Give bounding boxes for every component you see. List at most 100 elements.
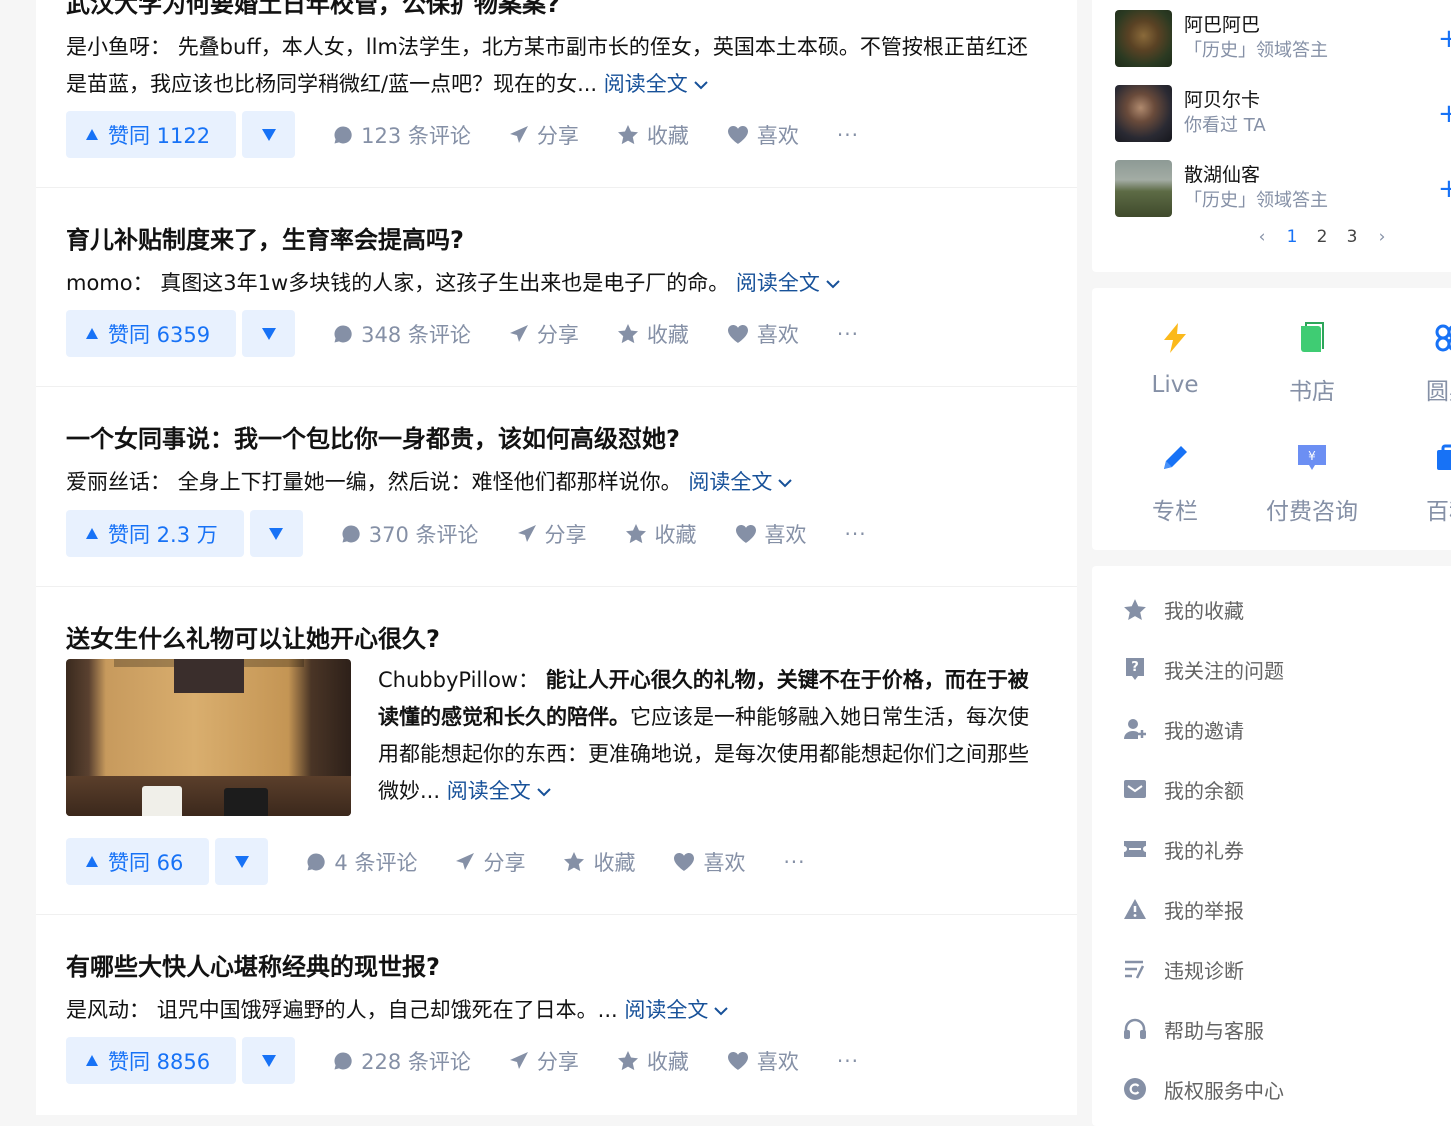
follow-button[interactable]: + bbox=[1438, 176, 1451, 202]
upvote-button[interactable]: 赞同 6359 bbox=[66, 310, 237, 357]
recommended-user[interactable]: 阿巴阿巴 「历史」领域答主 bbox=[1115, 10, 1328, 67]
question-title[interactable]: 育儿补贴制度来了，生育率会提高吗? bbox=[66, 220, 464, 255]
like-button[interactable]: 喜欢 bbox=[673, 847, 745, 877]
roundtable-icon bbox=[1435, 324, 1451, 352]
upvote-button[interactable]: 赞同 1122 bbox=[66, 111, 237, 158]
read-more-link[interactable]: 阅读全文 bbox=[624, 998, 729, 1022]
follow-button[interactable]: + bbox=[1438, 26, 1451, 52]
downvote-button[interactable] bbox=[242, 111, 296, 158]
tool-column[interactable]: 专栏 bbox=[1105, 438, 1245, 526]
comment-button[interactable]: 370 条评论 bbox=[341, 519, 479, 549]
next-page-button[interactable]: › bbox=[1367, 227, 1397, 247]
user-name[interactable]: 阿巴阿巴 bbox=[1184, 13, 1328, 38]
answer-excerpt[interactable]: 是风动： 诅咒中国饿殍遍野的人，自己却饿死在了日本。... 阅读全文 bbox=[66, 992, 1046, 1029]
collect-button[interactable]: 收藏 bbox=[617, 1046, 689, 1076]
more-button[interactable]: ··· bbox=[845, 522, 867, 546]
more-button[interactable]: ··· bbox=[837, 1049, 859, 1073]
menu-help-support[interactable]: 帮助与客服 bbox=[1122, 1014, 1264, 1044]
tool-live[interactable]: Live bbox=[1105, 318, 1245, 398]
collect-button[interactable]: 收藏 bbox=[625, 519, 697, 549]
answer-excerpt[interactable]: momo： 真图这3年1w多块钱的人家，这孩子生出来也是电子厂的命。 阅读全文 bbox=[66, 265, 1046, 302]
question-title[interactable]: 送女生什么礼物可以让她开心很久? bbox=[66, 619, 440, 654]
feed-card: 有哪些大快人心堪称经典的现世报? 是风动： 诅咒中国饿殍遍野的人，自己却饿死在了… bbox=[36, 915, 1077, 1115]
downvote-button[interactable] bbox=[215, 838, 269, 885]
upvote-button[interactable]: 赞同 66 bbox=[66, 838, 210, 885]
comment-button[interactable]: 123 条评论 bbox=[333, 120, 471, 150]
more-button[interactable]: ··· bbox=[783, 850, 805, 874]
share-button[interactable]: 分享 bbox=[509, 319, 579, 349]
more-button[interactable]: ··· bbox=[837, 322, 859, 346]
avatar[interactable] bbox=[1115, 85, 1172, 142]
page-3-button[interactable]: 3 bbox=[1337, 227, 1367, 247]
follow-button[interactable]: + bbox=[1438, 101, 1451, 127]
user-name[interactable]: 阿贝尔卡 bbox=[1184, 88, 1266, 113]
more-button[interactable]: ··· bbox=[837, 123, 859, 147]
prev-page-button[interactable]: ‹ bbox=[1247, 227, 1277, 247]
answer-excerpt[interactable]: 是小鱼呀： 先叠buff，本人女，llm法学生，北方某市副市长的侄女，英国本土本… bbox=[66, 29, 1046, 103]
share-button[interactable]: 分享 bbox=[455, 847, 525, 877]
share-button[interactable]: 分享 bbox=[509, 120, 579, 150]
upvote-button[interactable]: 赞同 2.3 万 bbox=[66, 510, 244, 557]
menu-my-reports[interactable]: 我的举报 bbox=[1122, 894, 1244, 924]
comment-button[interactable]: 348 条评论 bbox=[333, 319, 471, 349]
action-bar: 赞同 1122 123 条评论 分享 收藏 喜欢 ··· bbox=[66, 111, 859, 158]
downvote-arrow-icon bbox=[269, 527, 284, 540]
encyclopedia-icon bbox=[1437, 444, 1451, 470]
avatar[interactable] bbox=[1115, 10, 1172, 67]
star-icon bbox=[617, 125, 638, 145]
read-more-link[interactable]: 阅读全文 bbox=[604, 72, 708, 96]
upvote-arrow-icon bbox=[86, 856, 98, 867]
question-title[interactable]: 有哪些大快人心堪称经典的现世报? bbox=[66, 947, 440, 982]
menu-copyright-center[interactable]: 版权服务中心 bbox=[1122, 1074, 1284, 1104]
page-1-button[interactable]: 1 bbox=[1277, 227, 1307, 247]
like-button[interactable]: 喜欢 bbox=[727, 120, 799, 150]
comment-button[interactable]: 228 条评论 bbox=[333, 1046, 471, 1076]
upvote-arrow-icon bbox=[86, 1055, 98, 1066]
like-button[interactable]: 喜欢 bbox=[735, 519, 807, 549]
heart-icon bbox=[727, 125, 748, 144]
page-2-button[interactable]: 2 bbox=[1307, 227, 1337, 247]
downvote-button[interactable] bbox=[242, 310, 296, 357]
pagination: ‹ 1 2 3 › bbox=[1247, 227, 1397, 247]
tool-bookstore[interactable]: 书店 bbox=[1242, 318, 1382, 406]
question-title[interactable]: 武汉大学为何要婚土日年校管，公保扩物案案? bbox=[66, 0, 560, 19]
menu-violation-diagnosis[interactable]: 违规诊断 bbox=[1122, 954, 1244, 984]
upvote-arrow-icon bbox=[86, 129, 98, 140]
read-more-link[interactable]: 阅读全文 bbox=[447, 779, 551, 803]
downvote-button[interactable] bbox=[242, 1037, 296, 1084]
tool-encyclopedia[interactable]: 百科 bbox=[1379, 438, 1451, 526]
user-name[interactable]: 散湖仙客 bbox=[1184, 163, 1328, 188]
menu-my-balance[interactable]: 我的余额 bbox=[1122, 774, 1244, 804]
upvote-button[interactable]: 赞同 8856 bbox=[66, 1037, 237, 1084]
like-button[interactable]: 喜欢 bbox=[727, 1046, 799, 1076]
question-title[interactable]: 一个女同事说：我一个包比你一身都贵，该如何高级怼她? bbox=[66, 419, 680, 454]
answer-excerpt[interactable]: ChubbyPillow： 能让人开心很久的礼物，关键不在于价格，而在于被读懂的… bbox=[378, 662, 1043, 810]
read-more-link[interactable]: 阅读全文 bbox=[736, 271, 840, 295]
lightning-icon bbox=[1164, 323, 1186, 353]
answer-thumbnail[interactable] bbox=[66, 659, 351, 816]
svg-text:?: ? bbox=[1131, 660, 1139, 675]
downvote-button[interactable] bbox=[249, 510, 303, 557]
recommended-user[interactable]: 散湖仙客 「历史」领域答主 bbox=[1115, 160, 1328, 217]
coupon-icon bbox=[1124, 841, 1146, 857]
menu-followed-questions[interactable]: ? 我关注的问题 bbox=[1122, 654, 1284, 684]
collect-button[interactable]: 收藏 bbox=[563, 847, 635, 877]
menu-my-favorites[interactable]: 我的收藏 bbox=[1122, 594, 1244, 624]
share-button[interactable]: 分享 bbox=[517, 519, 587, 549]
menu-my-coupons[interactable]: 我的礼券 bbox=[1122, 834, 1244, 864]
tool-paid-consult[interactable]: ¥ 付费咨询 bbox=[1242, 438, 1382, 526]
share-icon bbox=[509, 1051, 528, 1069]
avatar[interactable] bbox=[1115, 160, 1172, 217]
recommended-user[interactable]: 阿贝尔卡 你看过 TA bbox=[1115, 85, 1266, 142]
collect-button[interactable]: 收藏 bbox=[617, 319, 689, 349]
menu-my-invitations[interactable]: 我的邀请 bbox=[1122, 714, 1244, 744]
share-button[interactable]: 分享 bbox=[509, 1046, 579, 1076]
comment-button[interactable]: 4 条评论 bbox=[306, 847, 417, 877]
like-button[interactable]: 喜欢 bbox=[727, 319, 799, 349]
feed-card: 武汉大学为何要婚土日年校管，公保扩物案案? 是小鱼呀： 先叠buff，本人女，l… bbox=[36, 0, 1077, 188]
answer-excerpt[interactable]: 爱丽丝话： 全身上下打量她一编，然后说：难怪他们都那样说你。 阅读全文 bbox=[66, 464, 1046, 501]
read-more-link[interactable]: 阅读全文 bbox=[688, 470, 793, 494]
collect-button[interactable]: 收藏 bbox=[617, 120, 689, 150]
feed-card: 育儿补贴制度来了，生育率会提高吗? momo： 真图这3年1w多块钱的人家，这孩… bbox=[36, 188, 1077, 387]
tool-roundtable[interactable]: 圆桌 bbox=[1379, 318, 1451, 406]
